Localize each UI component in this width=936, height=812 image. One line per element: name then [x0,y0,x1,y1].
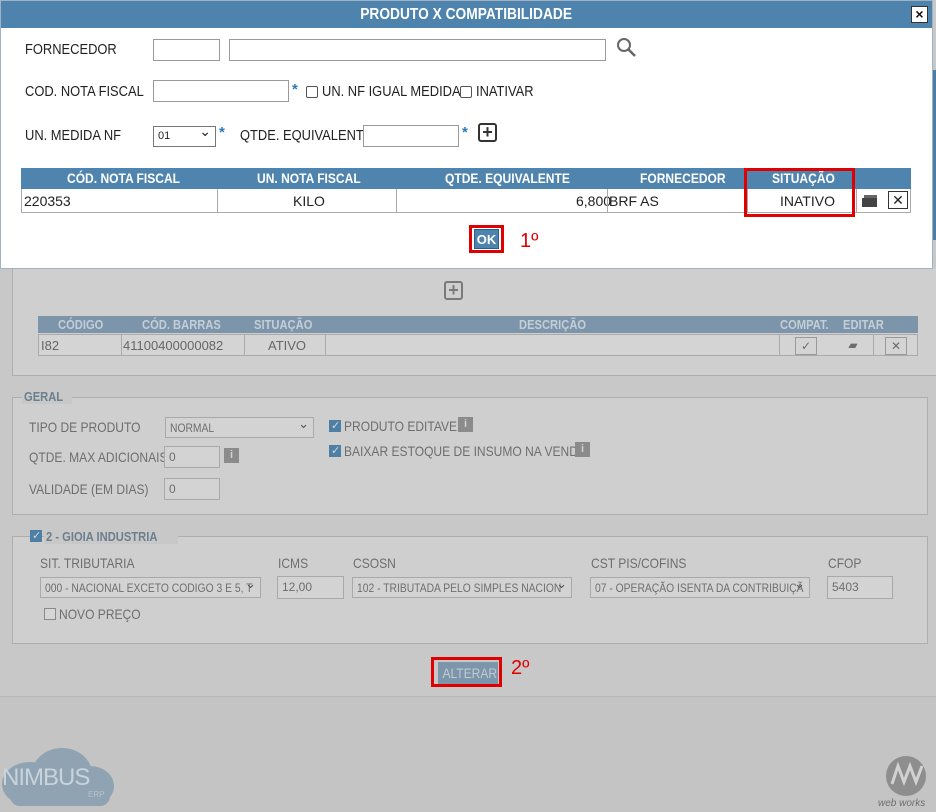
inativar-label: INATIVAR [476,83,534,100]
cell-cod-barras: 41100400000082 [123,338,224,353]
un-nf-igual-label: UN. NF IGUAL MEDIDA [322,83,461,100]
header-situacao: SITUAÇÃO [254,317,313,332]
table-row: I82 41100400000082 ATIVO ✓ ▰ ✕ [38,334,918,356]
cell-un-nota: KILO [293,193,325,209]
info-icon[interactable]: i [458,417,473,432]
novo-preco-label: NOVO PREÇO [59,606,141,622]
header-compat: COMPAT. [780,317,829,332]
cell-situacao: ATIVO [268,338,307,353]
header-cod-barras: CÓD. BARRAS [142,317,221,332]
csosn-select[interactable]: 102 - TRIBUTADA PELO SIMPLES NACION [352,577,572,598]
nimbus-logo-sub: ERP [88,790,105,799]
novo-preco-checkbox[interactable] [44,608,56,620]
baixar-estoque-checkbox[interactable] [329,444,341,457]
gioia-legend: 2 - GIOIA INDUSTRIA [44,529,178,544]
ok-button[interactable]: OK [474,229,499,249]
header-qtde-equiv: QTDE. EQUIVALENTE [445,170,570,186]
sit-tributaria-select[interactable]: 000 - NACIONAL EXCETO CODIGO 3 E 5, T [40,577,261,598]
annotation-step1: 1º [520,230,539,252]
annotation-step2: 2º [511,657,530,679]
delete-icon[interactable]: ✕ [888,191,908,209]
required-mark: * [219,124,225,141]
qtde-max-input[interactable]: 0 [164,446,220,468]
delete-icon[interactable]: ✕ [885,337,907,355]
edit-icon[interactable]: ▰ [842,337,864,355]
validade-input[interactable]: 0 [164,478,220,500]
search-icon[interactable] [615,36,637,58]
fornecedor-label: FORNECEDOR [25,41,117,58]
webworks-logo-icon [886,756,926,796]
gioia-checkbox[interactable] [30,529,42,542]
validade-label: VALIDADE (EM DIAS) [29,481,149,497]
product-table-header: CÓDIGO CÓD. BARRAS SITUAÇÃO DESCRIÇÃO CO… [38,316,918,333]
webworks-logo-text: web works [878,798,926,809]
un-medida-select[interactable]: 01 [153,123,216,147]
cst-select[interactable]: 07 - OPERAÇÃO ISENTA DA CONTRIBUIÇÃ [590,577,810,598]
alterar-button[interactable]: ALTERAR [438,662,498,684]
header-un-nota: UN. NOTA FISCAL [257,170,361,186]
sit-tributaria-label: SIT. TRIBUTARIA [40,555,135,571]
modal-title: PRODUTO X COMPATIBILIDADE [360,6,573,23]
cell-situacao: INATIVO [780,193,835,209]
inativar-checkbox[interactable] [460,86,472,98]
fornecedor-code-input[interactable] [153,39,220,61]
add-compat-icon[interactable]: + [444,281,463,300]
cell-codigo: I82 [41,338,60,353]
required-mark: * [292,81,298,98]
cod-nota-input[interactable] [153,80,289,102]
cell-qtde-equiv: 6,800 [576,193,612,209]
cell-fornecedor: BRF AS [609,193,659,209]
footer [0,696,936,812]
tipo-produto-select[interactable]: NORMAL [165,417,314,438]
cod-nota-label: COD. NOTA FISCAL [25,83,144,100]
cell-cod-nota: 220353 [24,193,71,209]
cfop-input[interactable]: 5403 [827,576,893,599]
geral-legend: GERAL [22,389,72,404]
nimbus-logo-text: NIMBUS [2,764,90,791]
un-medida-label: UN. MEDIDA NF [25,127,122,144]
icms-input[interactable]: 12,00 [277,576,344,599]
fornecedor-name-input[interactable] [229,39,606,61]
modal-title-bar: PRODUTO X COMPATIBILIDADE × [1,1,932,28]
info-icon[interactable]: i [575,442,590,457]
un-nf-igual-checkbox[interactable] [306,86,318,98]
compat-modal: PRODUTO X COMPATIBILIDADE × FORNECEDOR C… [0,0,933,269]
compat-table-header: CÓD. NOTA FISCAL UN. NOTA FISCAL QTDE. E… [21,168,911,189]
header-editar: EDITAR [843,317,884,332]
header-cod-nota: CÓD. NOTA FISCAL [67,170,181,186]
add-icon[interactable]: + [478,123,497,142]
table-row: 220353 KILO 6,800 BRF AS INATIVO ✕ [21,189,911,213]
info-icon[interactable]: i [224,448,239,463]
header-descricao: DESCRIÇÃO [519,317,587,332]
header-situacao: SITUAÇÃO [772,170,835,186]
csosn-label: CSOSN [353,555,396,571]
tipo-produto-label: TIPO DE PRODUTO [29,419,141,435]
edit-icon[interactable] [860,193,880,209]
compat-check-icon[interactable]: ✓ [795,337,817,355]
icms-label: ICMS [278,555,309,571]
qtde-equiv-input[interactable] [363,125,459,147]
cst-label: CST PIS/COFINS [591,555,687,571]
cfop-label: CFOP [828,555,862,571]
required-mark: * [462,124,468,141]
header-fornecedor: FORNECEDOR [640,170,726,186]
close-icon[interactable]: × [911,6,928,23]
produto-editavel-checkbox[interactable] [329,419,341,432]
header-codigo: CÓDIGO [58,317,104,332]
